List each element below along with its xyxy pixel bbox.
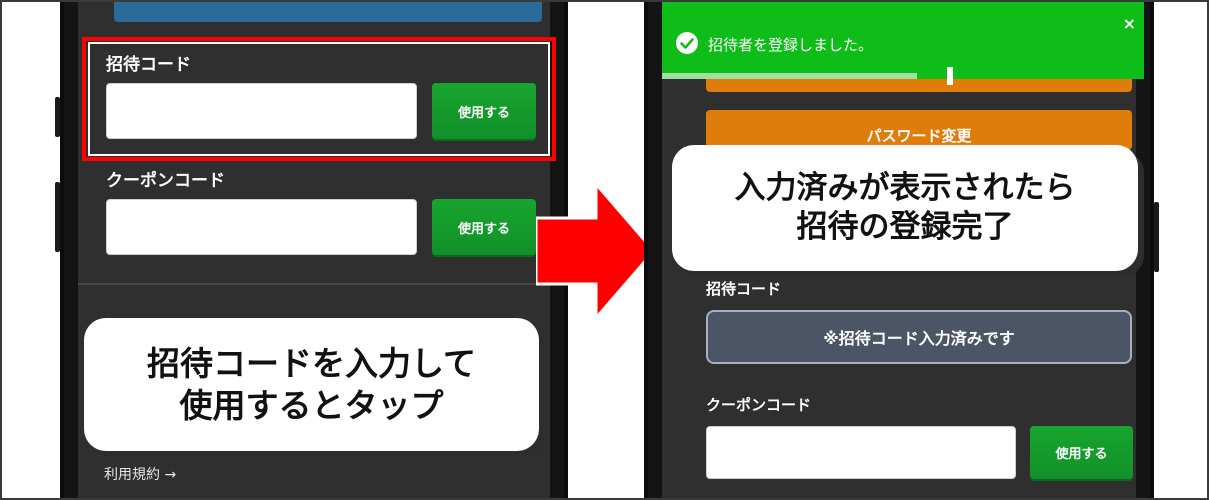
invite-code-label: 招待コード [706,280,782,298]
instruction-callout-left: 招待コードを入力して 使用するとタップ [84,318,539,451]
tutorial-frame: 招待コード 使用する クーポンコード 使用する 利用規約 → 招待コードを入力し… [0,0,1209,500]
top-blue-button[interactable] [114,2,542,22]
password-change-button[interactable]: パスワード変更 [706,110,1132,150]
phone-side-button [55,97,60,137]
coupon-code-input[interactable] [706,426,1016,479]
callout-line: 使用するとタップ [179,385,444,425]
coupon-use-button[interactable]: 使用する [432,199,536,255]
callout-line: 入力済みが表示されたら [734,170,1076,207]
toast-message: 招待者を登録しました。 [708,36,874,54]
coupon-code-input[interactable] [106,199,417,255]
instruction-callout-right: 入力済みが表示されたら 招待の登録完了 [672,145,1138,271]
coupon-use-button[interactable]: 使用する [1030,426,1133,479]
next-step-arrow-icon [536,184,654,318]
check-circle-icon [676,32,698,54]
success-toast: 招待者を登録しました。 × [662,2,1144,85]
toast-progress-fill [662,73,918,79]
terms-link[interactable]: 利用規約 → [104,464,176,484]
highlight-inner-frame [88,42,550,156]
coupon-code-label: クーポンコード [106,171,225,191]
invite-code-done-box: ※招待コード入力済みです [706,310,1132,364]
toast-progress-track [662,67,1144,85]
phone-side-button [55,182,60,252]
callout-line: 招待の登録完了 [796,209,1014,245]
coupon-code-label: クーポンコード [706,396,812,414]
callout-line: 招待コードを入力して [146,344,476,384]
section-divider [78,283,550,285]
toast-progress-thumb [947,67,954,85]
phone-side-button [1154,202,1159,272]
close-icon[interactable]: × [1123,14,1136,33]
